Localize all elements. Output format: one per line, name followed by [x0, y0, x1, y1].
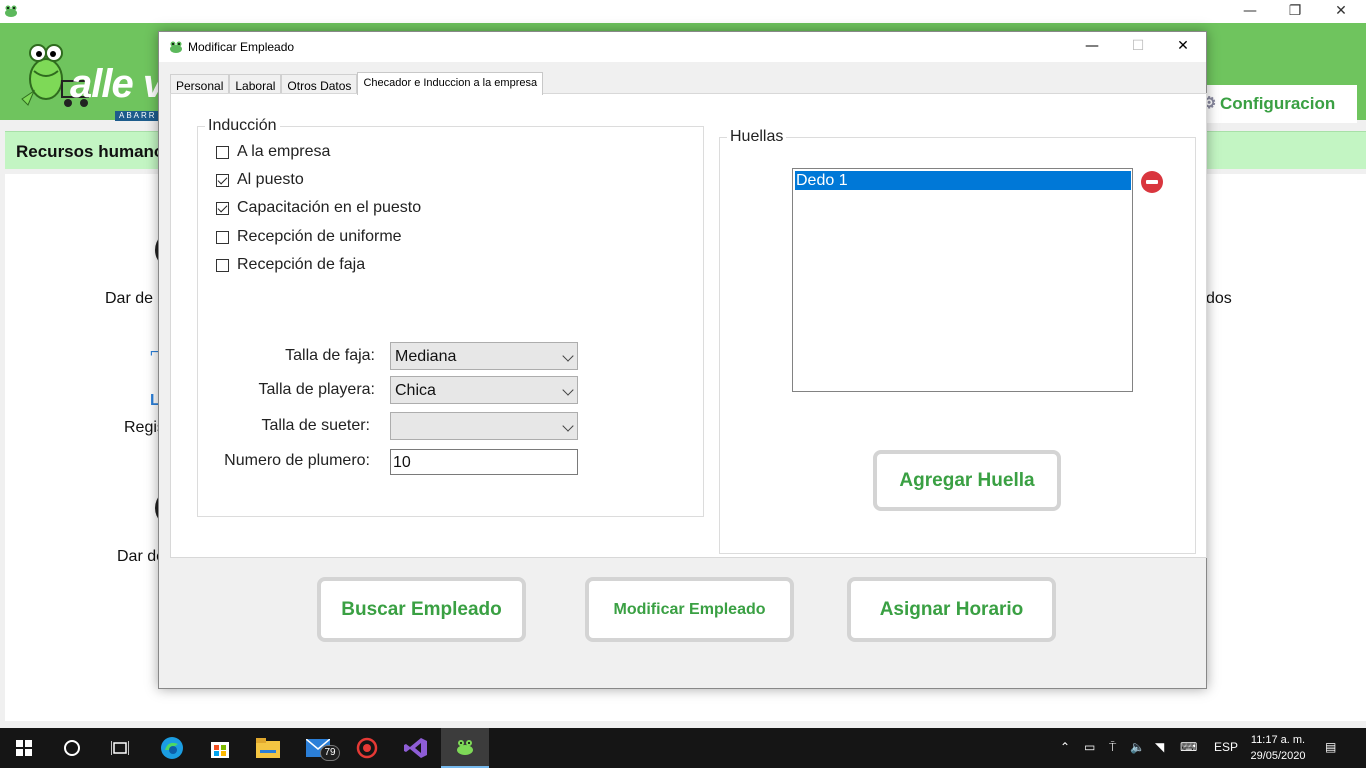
- frog-app-icon: [5, 5, 17, 17]
- visual-studio-icon[interactable]: [392, 728, 440, 768]
- clock[interactable]: 11:17 a. m. 29/05/2020: [1244, 732, 1312, 764]
- battery-icon[interactable]: ▭: [1084, 740, 1095, 754]
- chevron-down-icon: [562, 420, 574, 432]
- tab-otros-datos[interactable]: Otros Datos: [281, 74, 358, 95]
- store-icon[interactable]: [196, 728, 244, 768]
- checkbox-recepcion-faja[interactable]: [216, 258, 229, 272]
- tab-laboral[interactable]: Laboral: [229, 74, 282, 95]
- main-restore-button[interactable]: ❐: [1272, 0, 1318, 23]
- modificar-empleado-dialog: Modificar Empleado — ☐ ✕ Personal Labora…: [158, 31, 1207, 689]
- check-a-la-empresa[interactable]: A la empresa: [216, 142, 330, 162]
- taskbar: 79 ⌃ ▭ ⍑ 🔈 ◥ ⌨ ESP 11:17 a. m. 29/05/202…: [0, 728, 1366, 768]
- modificar-empleado-button[interactable]: Modificar Empleado: [585, 577, 794, 642]
- talla-sueter-select[interactable]: [390, 412, 578, 440]
- check-label: Recepción de uniforme: [237, 228, 402, 245]
- frog-app-icon: [170, 41, 182, 53]
- agregar-huella-button[interactable]: Agregar Huella: [873, 450, 1061, 511]
- huellas-list[interactable]: Dedo 1: [792, 168, 1133, 392]
- clock-date: 29/05/2020: [1250, 750, 1306, 762]
- notifications-icon[interactable]: ▤: [1325, 740, 1336, 754]
- language-indicator[interactable]: ESP: [1214, 740, 1238, 754]
- check-capacitacion[interactable]: Capacitación en el puesto: [216, 198, 421, 218]
- huellas-group: Huellas Dedo 1 Agregar Huella: [719, 128, 1196, 554]
- checkbox-a-la-empresa[interactable]: [216, 145, 229, 159]
- list-item[interactable]: Dedo 1: [795, 171, 1131, 190]
- chevron-down-icon: [562, 384, 574, 396]
- dialog-titlebar[interactable]: Modificar Empleado — ☐ ✕: [159, 32, 1206, 62]
- checkbox-capacitacion[interactable]: [216, 201, 229, 215]
- checkbox-recepcion-uniforme[interactable]: [216, 230, 229, 244]
- plumero-label: Numero de plumero:: [224, 452, 370, 469]
- edge-browser-icon[interactable]: [148, 728, 196, 768]
- check-recepcion-faja[interactable]: Recepción de faja: [216, 255, 365, 275]
- buscar-empleado-button[interactable]: Buscar Empleado: [317, 577, 526, 642]
- check-label: A la empresa: [237, 143, 331, 160]
- talla-faja-label: Talla de faja:: [285, 347, 375, 364]
- clock-time: 11:17 a. m.: [1250, 734, 1306, 746]
- search-icon[interactable]: [48, 728, 96, 768]
- volume-icon[interactable]: 🔈: [1130, 740, 1145, 754]
- check-label: Capacitación en el puesto: [237, 199, 422, 216]
- frog-app-taskbar-icon[interactable]: [441, 728, 489, 768]
- brand-text: alle v: [70, 62, 165, 106]
- dialog-maximize-button: ☐: [1131, 38, 1145, 54]
- dialog-minimize-button[interactable]: —: [1069, 32, 1115, 62]
- tab-personal[interactable]: Personal: [170, 74, 230, 95]
- tab-strip: Personal Laboral Otros Datos Checador e …: [170, 72, 544, 95]
- remove-icon[interactable]: [1141, 171, 1163, 193]
- config-label: Configuracion: [1220, 94, 1336, 113]
- induccion-title: Inducción: [205, 117, 280, 135]
- tab-checador-induccion[interactable]: Checador e Induccion a la empresa: [357, 72, 544, 95]
- right-item-label[interactable]: dos: [1206, 290, 1232, 308]
- dialog-title: Modificar Empleado: [188, 40, 295, 54]
- talla-playera-value: Chica: [395, 382, 436, 399]
- plumero-value: 10: [393, 454, 411, 471]
- tab-page-checador: Inducción A la empresa Al puesto Capacit…: [170, 93, 1207, 558]
- talla-playera-select[interactable]: Chica: [390, 376, 578, 404]
- config-button[interactable]: ⚙ Configuracion: [1196, 85, 1358, 123]
- windows-start-icon[interactable]: [0, 728, 48, 768]
- plumero-input[interactable]: 10: [390, 449, 578, 475]
- talla-faja-select[interactable]: Mediana: [390, 342, 578, 370]
- keyboard-icon[interactable]: ⌨: [1180, 740, 1197, 754]
- wifi-icon[interactable]: ◥: [1155, 740, 1164, 754]
- chevron-up-icon[interactable]: ⌃: [1060, 740, 1070, 754]
- main-window-titlebar: — ❐ ✕: [0, 0, 1366, 23]
- main-minimize-button[interactable]: —: [1227, 0, 1273, 23]
- talla-faja-value: Mediana: [395, 348, 457, 365]
- usb-icon[interactable]: ⍑: [1109, 740, 1116, 755]
- file-explorer-icon[interactable]: [244, 728, 292, 768]
- asignar-horario-button[interactable]: Asignar Horario: [847, 577, 1056, 642]
- check-label: Recepción de faja: [237, 256, 366, 273]
- security-app-icon[interactable]: [343, 728, 391, 768]
- main-close-button[interactable]: ✕: [1318, 0, 1364, 23]
- talla-playera-label: Talla de playera:: [258, 381, 375, 398]
- check-label: Al puesto: [237, 171, 304, 188]
- task-view-icon[interactable]: [96, 728, 144, 768]
- induccion-group: Inducción A la empresa Al puesto Capacit…: [197, 117, 704, 517]
- dialog-close-button[interactable]: ✕: [1160, 32, 1206, 62]
- check-al-puesto[interactable]: Al puesto: [216, 170, 304, 190]
- checkbox-al-puesto[interactable]: [216, 173, 229, 187]
- huellas-title: Huellas: [727, 128, 787, 146]
- mail-badge: 79: [320, 745, 340, 761]
- check-recepcion-uniforme[interactable]: Recepción de uniforme: [216, 227, 402, 247]
- section-title: Recursos humanos: [16, 142, 174, 161]
- chevron-down-icon: [562, 350, 574, 362]
- talla-sueter-label: Talla de sueter:: [261, 417, 370, 434]
